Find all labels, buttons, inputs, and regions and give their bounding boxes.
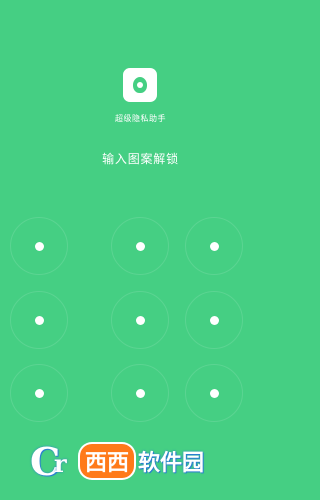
pattern-dot-1[interactable] [34,241,44,251]
watermark-text: 西西 软件园 [80,444,204,478]
app-icon [123,68,157,102]
watermark-brand: 西西 [80,444,135,478]
pattern-dot-8[interactable] [135,388,145,398]
pattern-dot-5[interactable] [135,315,145,325]
lock-screen: 超级隐私助手 输入图案解锁 C r 西西 软件园 [0,0,281,500]
pattern-dot-9[interactable] [209,388,219,398]
watermark: C r 西西 软件园 [30,438,255,484]
watermark-site: 软件园 [138,451,205,476]
watermark-logo-r: r [54,449,67,478]
pattern-dot-2[interactable] [135,241,145,251]
pattern-dot-7[interactable] [34,388,44,398]
shield-icon [133,77,147,93]
pattern-dot-6[interactable] [209,315,219,325]
pattern-dot-3[interactable] [209,241,219,251]
app-name: 超级隐私助手 [115,114,166,123]
unlock-prompt: 输入图案解锁 [102,152,179,166]
pattern-dot-4[interactable] [34,315,44,325]
pattern-lock-grid[interactable] [10,210,253,430]
watermark-logo: C r [30,439,78,484]
